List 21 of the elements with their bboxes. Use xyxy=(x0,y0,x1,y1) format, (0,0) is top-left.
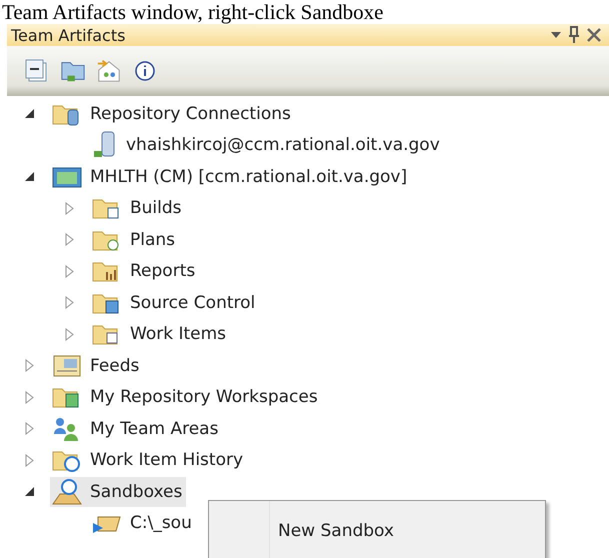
feeds-icon xyxy=(52,354,82,378)
tree-item[interactable]: Reports xyxy=(90,256,200,286)
tree-item[interactable]: Plans xyxy=(90,224,180,255)
panel-title: Team Artifacts xyxy=(11,26,126,44)
tree-item[interactable]: Source Control xyxy=(90,288,260,318)
tree-item[interactable]: vhaishkircoj@ccm.rational.oit.va.gov xyxy=(90,130,444,160)
sandbox-icon xyxy=(52,478,82,506)
menu-item[interactable]: New Sandbox xyxy=(270,501,394,551)
caption-text: Team Artifacts window, right-click Sandboxe xyxy=(2,0,384,24)
tree-item[interactable]: My Repository Workspaces xyxy=(50,382,322,412)
tree-item[interactable]: Work Item History xyxy=(50,445,248,476)
tree-item[interactable]: My Team Areas xyxy=(50,414,222,444)
tree-item[interactable]: Repository Connections xyxy=(50,98,295,129)
tree-item[interactable]: Feeds xyxy=(50,350,144,381)
team-house-button[interactable] xyxy=(96,58,122,84)
tree-item[interactable]: Work Items xyxy=(90,319,230,350)
project-area-icon xyxy=(52,164,82,189)
tree-item[interactable]: Sandboxes xyxy=(50,476,186,507)
tree-item[interactable]: C:\_sou xyxy=(90,508,196,538)
tree-item[interactable]: Builds xyxy=(90,193,186,224)
tree-item[interactable]: MHLTH (CM) [ccm.rational.oit.va.gov] xyxy=(50,162,412,192)
